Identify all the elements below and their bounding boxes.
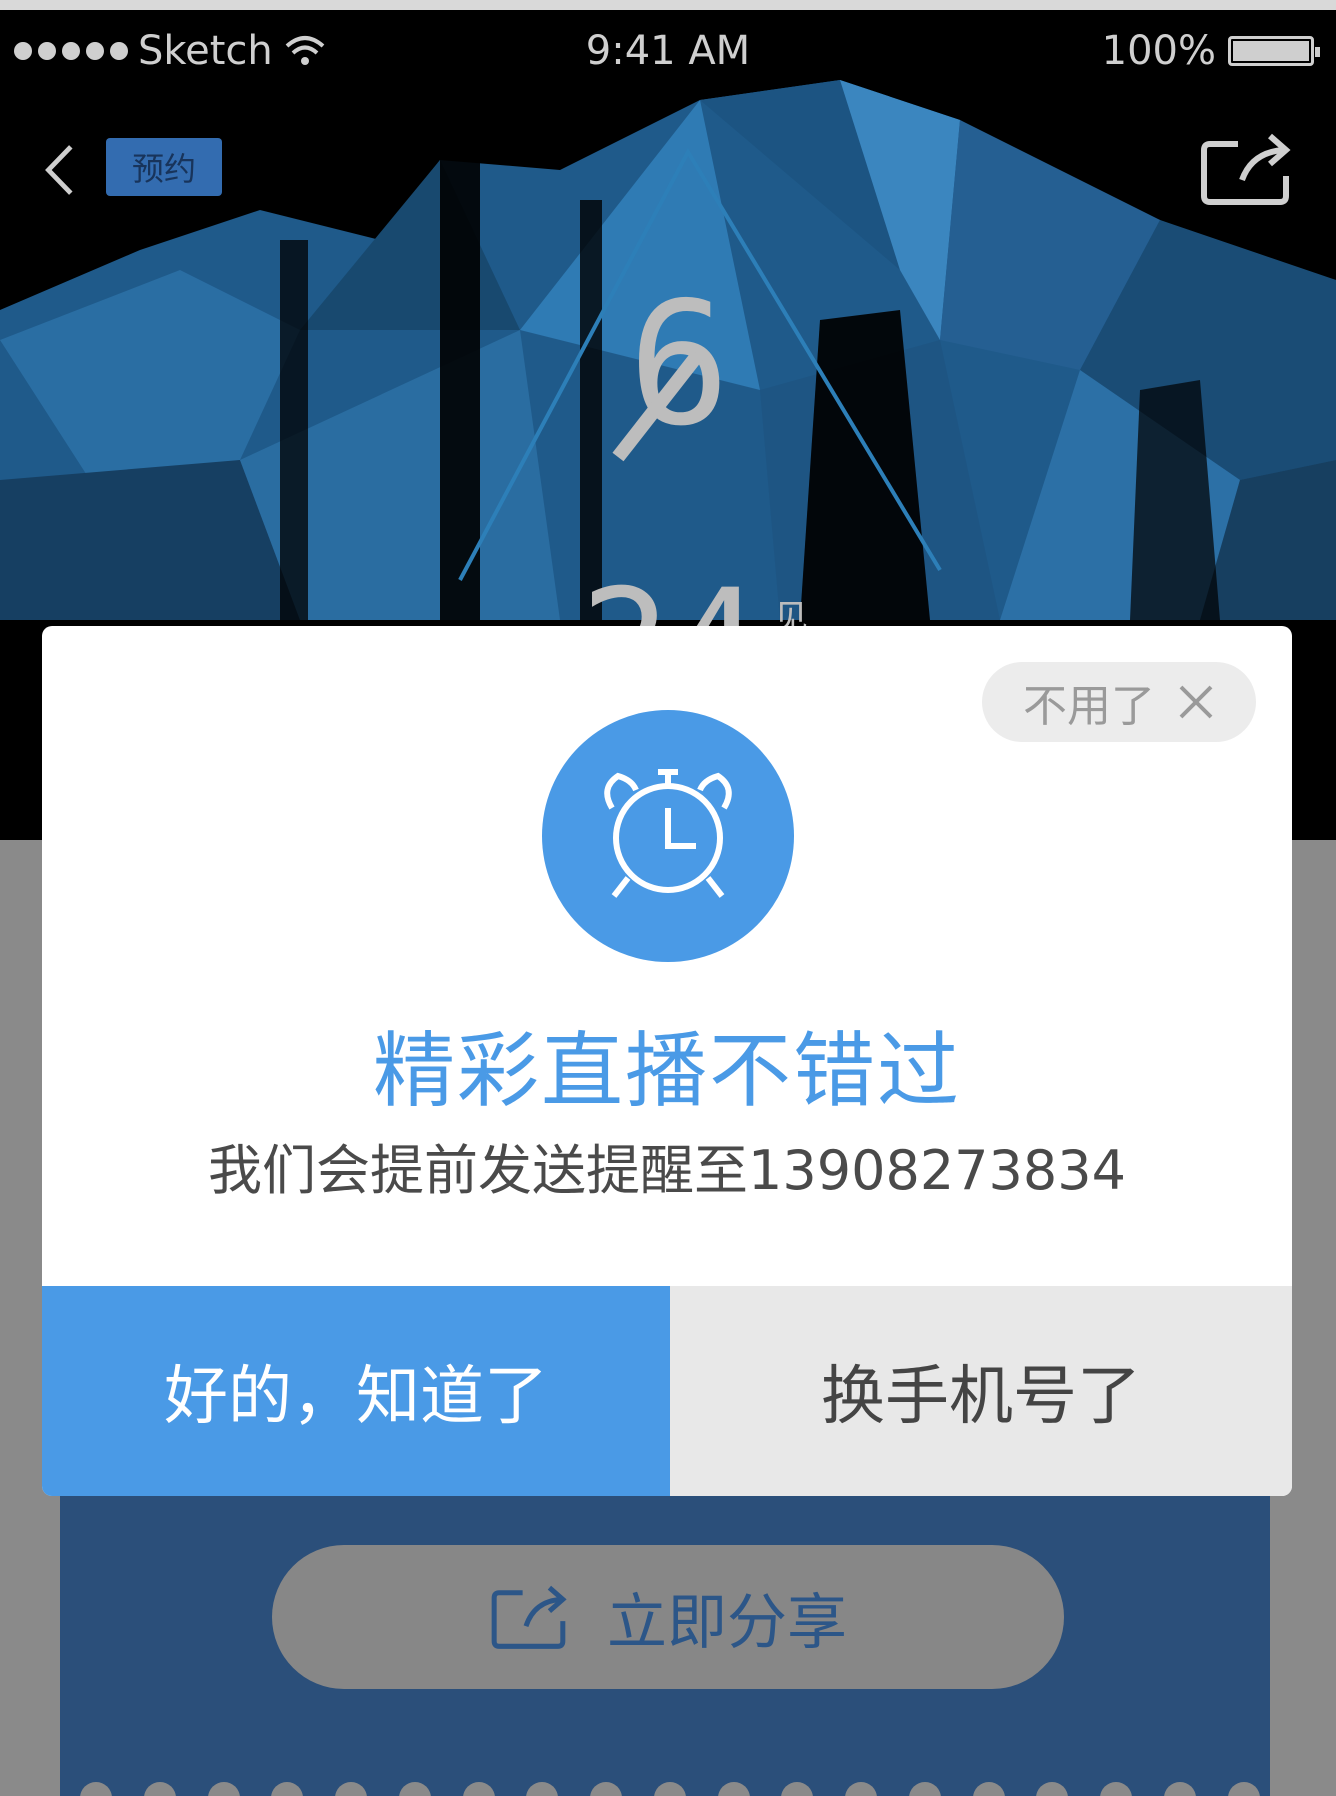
dismiss-button[interactable]: 不用了 [982,662,1256,742]
status-bar: Sketch 9:41 AM 100% [0,10,1336,90]
dialog-title: 精彩直播不错过 [372,1024,961,1119]
dialog-description: 我们会提前发送提醒至13908273834 [208,1139,1126,1202]
alarm-badge [542,710,794,962]
reminder-dialog: 不用了 精彩直播不错过 我们会提前发送提醒至13908273834 好的，知道了… [42,626,1292,1496]
share-icon [491,1585,567,1649]
battery-icon [1228,36,1320,66]
share-now-button[interactable]: 立即分享 [272,1545,1064,1689]
change-phone-button[interactable]: 换手机号了 [670,1286,1292,1496]
top-strip [0,0,1336,10]
back-chevron-icon[interactable] [42,140,82,200]
app-screen: 6 24 见 Sketch 9:41 AM 100% 预约 立即分享 [0,0,1336,1796]
status-right: 100% [1101,28,1320,74]
confirm-button[interactable]: 好的，知道了 [42,1286,670,1496]
share-now-label: 立即分享 [607,1587,847,1658]
close-icon [1179,685,1213,719]
share-icon[interactable] [1198,130,1298,210]
reservation-tag: 预约 [106,138,222,196]
alarm-clock-icon [604,769,732,898]
dismiss-label: 不用了 [1023,681,1155,732]
ticket-perforation [80,1782,1260,1796]
battery-percent: 100% [1101,28,1216,74]
